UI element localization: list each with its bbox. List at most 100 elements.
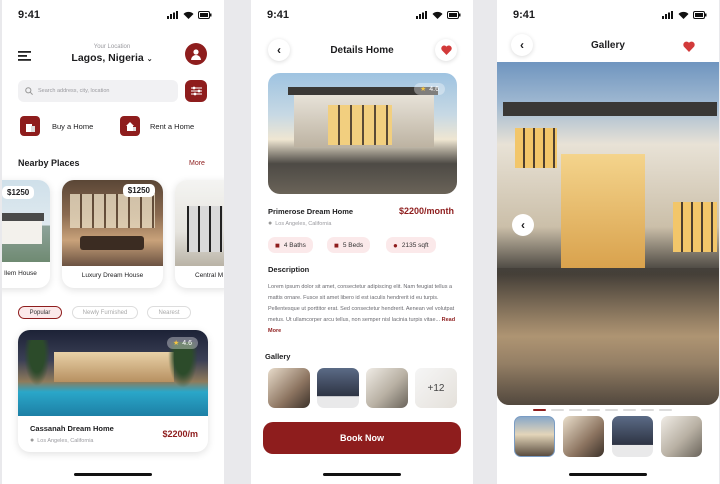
nearby-card[interactable]: $1250 Luxury Dream House <box>62 180 163 288</box>
battery-icon <box>447 11 461 19</box>
gallery-thumb-selected[interactable] <box>514 416 555 457</box>
floor-shape <box>497 268 719 405</box>
gallery-main-image <box>497 62 719 405</box>
home-indicator <box>323 473 401 476</box>
rating-badge: ★ 4.6 <box>166 337 198 349</box>
featured-location: ● Los Angeles, California <box>30 437 94 444</box>
nearby-card[interactable]: Central M <box>175 180 224 288</box>
chevron-left-icon: ‹ <box>277 43 281 57</box>
featured-card[interactable]: ★ 4.6 Cassanah Dream Home ● Los Angeles, … <box>18 330 208 452</box>
favorite-button[interactable] <box>435 39 457 61</box>
rating-value: 4.6 <box>429 85 439 93</box>
description-title: Description <box>268 265 310 274</box>
heart-icon <box>440 45 452 55</box>
wifi-icon <box>183 11 194 19</box>
amenity-beds: ■ 5 Beds <box>327 237 371 253</box>
gallery-thumb[interactable] <box>661 416 702 457</box>
chevron-down-icon: ⌄ <box>146 56 153 63</box>
nearby-name: Luxury Dream House <box>81 272 144 279</box>
status-icons <box>662 11 707 19</box>
gallery-thumb[interactable] <box>563 416 604 457</box>
more-link[interactable]: More <box>189 160 205 167</box>
search-placeholder: Search address, city, location <box>38 88 110 94</box>
gallery-thumb[interactable] <box>366 368 408 408</box>
sliders-icon <box>190 86 202 96</box>
carousel-dot <box>587 409 600 411</box>
palm-shape <box>24 340 50 386</box>
nearby-image <box>175 180 224 266</box>
window-shape <box>328 105 392 145</box>
gallery-thumb[interactable] <box>317 368 359 408</box>
carousel-dot-active <box>533 409 546 411</box>
favorite-button[interactable] <box>683 39 695 57</box>
gallery-thumb[interactable] <box>268 368 310 408</box>
rent-home-button[interactable]: Rent a Home <box>120 116 194 136</box>
user-icon <box>191 48 201 60</box>
window-shape <box>70 194 155 228</box>
filter-button[interactable] <box>185 80 207 102</box>
nearby-image: $1250 <box>2 180 50 262</box>
back-button[interactable]: ‹ <box>511 34 533 56</box>
battery-icon <box>693 11 707 19</box>
amenity-area-label: 2135 sqft <box>401 241 429 249</box>
property-name: Primerose Dream Home <box>268 207 354 216</box>
price-tag: $1250 <box>122 184 155 197</box>
amenity-baths: ■ 4 Baths <box>268 237 313 253</box>
carousel-dot <box>623 409 636 411</box>
signal-icon <box>416 11 427 19</box>
chevron-left-icon: ‹ <box>521 218 525 232</box>
location-pin-icon: ● <box>30 437 35 444</box>
carousel-dot <box>551 409 564 411</box>
amenity-area: ● 2135 sqft <box>386 237 436 253</box>
filter-nearest[interactable]: Nearest <box>147 306 191 319</box>
wifi-icon <box>678 11 689 19</box>
filter-popular[interactable]: Popular <box>18 306 62 319</box>
location-text: Lagos, Nigeria <box>71 52 144 64</box>
status-bar: 9:41 <box>267 8 461 22</box>
carousel-dot <box>659 409 672 411</box>
filter-newly-furnished[interactable]: Newly Furnished <box>72 306 138 319</box>
bath-icon: ■ <box>275 240 280 250</box>
previous-image-button[interactable]: ‹ <box>512 214 534 236</box>
nearby-card[interactable]: $1250 Ilem House <box>2 180 50 288</box>
roof-shape <box>2 213 44 221</box>
gallery-thumb-more[interactable]: +12 <box>415 368 457 408</box>
carousel-dot <box>641 409 654 411</box>
furniture-shape <box>80 236 144 250</box>
back-button[interactable]: ‹ <box>268 39 290 61</box>
door-shape <box>561 154 645 268</box>
page-title: Gallery <box>591 40 625 51</box>
status-time: 9:41 <box>18 9 41 21</box>
profile-avatar[interactable] <box>185 43 207 65</box>
signal-icon <box>167 11 178 19</box>
description-body: Lorem ipsum dolor sit amet, consectetur … <box>268 284 455 323</box>
signal-icon <box>662 11 673 19</box>
nearby-image: $1250 <box>62 180 163 266</box>
rating-badge: ★ 4.6 <box>413 83 445 95</box>
gallery-thumb[interactable] <box>612 416 653 457</box>
carousel-dot <box>605 409 618 411</box>
area-icon: ● <box>393 240 398 250</box>
location-value[interactable]: Lagos, Nigeria ⌄ <box>52 52 172 64</box>
star-icon: ★ <box>419 86 427 93</box>
property-location: ● Los Angeles, California <box>268 220 332 227</box>
gallery-title: Gallery <box>265 352 291 361</box>
details-screen: 9:41 ‹ Details Home ★ 4.6 Primerose Dream… <box>251 0 473 484</box>
nearby-name: Ilem House <box>4 270 37 277</box>
house-shape <box>2 220 42 244</box>
location-block[interactable]: Your Location Lagos, Nigeria ⌄ <box>52 44 172 64</box>
featured-image: ★ 4.6 <box>18 330 208 416</box>
page-title: Details Home <box>330 45 394 56</box>
status-time: 9:41 <box>513 9 536 21</box>
star-icon: ★ <box>172 340 180 347</box>
featured-location-text: Los Angeles, California <box>37 437 94 444</box>
property-location-text: Los Angeles, California <box>275 220 332 227</box>
location-pin-icon: ● <box>268 220 273 227</box>
buy-home-button[interactable]: Buy a Home <box>20 116 93 136</box>
wifi-icon <box>432 11 443 19</box>
property-image: ★ 4.6 <box>268 73 457 194</box>
nearby-name: Central M <box>195 272 224 279</box>
menu-icon[interactable] <box>18 48 31 66</box>
book-now-button[interactable]: Book Now <box>263 422 461 454</box>
search-input[interactable]: Search address, city, location <box>18 80 178 102</box>
